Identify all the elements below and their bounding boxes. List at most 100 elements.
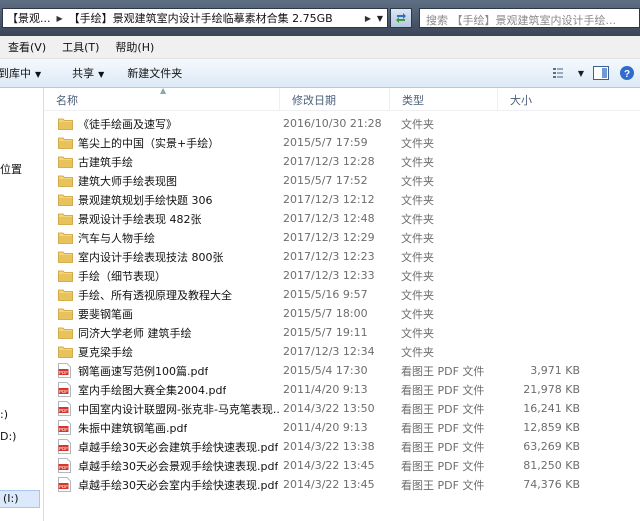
svg-text:PDF: PDF bbox=[59, 446, 68, 451]
file-row[interactable]: PDF 卓越手绘30天必会建筑手绘快速表现.pdf 2014/3/22 13:38 看… bbox=[44, 437, 640, 456]
folder-icon bbox=[58, 193, 73, 207]
view-options-icon bbox=[553, 68, 563, 78]
file-name-cell[interactable]: PDF 卓越手绘30天必会室内手绘快速表现.pdf bbox=[44, 477, 280, 493]
file-name-cell[interactable]: PDF 卓越手绘30天必会建筑手绘快速表现.pdf bbox=[44, 439, 280, 455]
file-date: 2014/3/22 13:45 bbox=[283, 478, 375, 491]
file-name-cell[interactable]: 同济大学老师 建筑手绘 bbox=[44, 325, 280, 341]
file-row[interactable]: 要斐钢笔画 2015/5/7 18:00 文件夹 bbox=[44, 304, 640, 323]
file-name-cell[interactable]: PDF 中国室内设计联盟网-张克非-马克笔表现... bbox=[44, 401, 280, 417]
chevron-down-icon: ▼ bbox=[98, 70, 105, 79]
new-folder-button[interactable]: 新建文件夹 bbox=[127, 65, 195, 81]
file-name-cell[interactable]: PDF 钢笔画速写范例100篇.pdf bbox=[44, 363, 280, 379]
column-header-date[interactable]: 修改日期 bbox=[280, 88, 390, 110]
file-row[interactable]: 同济大学老师 建筑手绘 2015/5/7 19:11 文件夹 bbox=[44, 323, 640, 342]
file-date: 2017/12/3 12:33 bbox=[283, 269, 375, 282]
view-options-button[interactable] bbox=[548, 62, 574, 84]
file-row[interactable]: 笔尖上的中国（实景+手绘） 2015/5/7 17:59 文件夹 bbox=[44, 133, 640, 152]
file-date: 2014/3/22 13:50 bbox=[283, 402, 375, 415]
file-name-cell[interactable]: 建筑大师手绘表现图 bbox=[44, 173, 280, 189]
column-header-name[interactable]: ▲ 名称 bbox=[44, 86, 280, 110]
file-name-cell[interactable]: 手绘、所有透视原理及教程大全 bbox=[44, 287, 280, 303]
file-row[interactable]: 建筑大师手绘表现图 2015/5/7 17:52 文件夹 bbox=[44, 171, 640, 190]
file-row[interactable]: 古建筑手绘 2017/12/3 12:28 文件夹 bbox=[44, 152, 640, 171]
file-row[interactable]: PDF 中国室内设计联盟网-张克非-马克笔表现... 2014/3/22 13:50… bbox=[44, 399, 640, 418]
folder-icon bbox=[58, 269, 73, 283]
file-date: 2015/5/16 9:57 bbox=[283, 288, 368, 301]
menu-view[interactable]: 查看(V) bbox=[0, 39, 54, 55]
file-date: 2015/5/7 17:59 bbox=[283, 136, 368, 149]
search-input[interactable]: 搜索 【手绘】景观建筑室内设计手绘... bbox=[419, 8, 640, 28]
file-date: 2016/10/30 21:28 bbox=[283, 117, 382, 130]
file-name-cell[interactable]: 汽车与人物手绘 bbox=[44, 230, 280, 246]
nav-item-drive-c[interactable]: :) bbox=[0, 408, 8, 421]
file-row[interactable]: 室内设计手绘表现技法 800张 2017/12/3 12:23 文件夹 bbox=[44, 247, 640, 266]
include-in-library-button[interactable]: 到库中 ▼ bbox=[0, 65, 54, 81]
file-name: 中国室内设计联盟网-张克非-马克笔表现... bbox=[78, 402, 280, 416]
share-button[interactable]: 共享 ▼ bbox=[72, 65, 117, 81]
pdf-file-icon: PDF bbox=[58, 382, 73, 397]
breadcrumb-parent[interactable]: 【景观... bbox=[3, 10, 55, 26]
file-row[interactable]: 《徒手绘画及速写》 2016/10/30 21:28 文件夹 bbox=[44, 114, 640, 133]
breadcrumb-current[interactable]: 【手绘】景观建筑室内设计手绘临摹素材合集 2.75GB bbox=[65, 10, 363, 26]
file-name-cell[interactable]: 笔尖上的中国（实景+手绘） bbox=[44, 135, 280, 151]
file-name: 卓越手绘30天必会室内手绘快速表现.pdf bbox=[78, 478, 279, 492]
folder-icon bbox=[58, 212, 73, 226]
file-name-cell[interactable]: 夏克梁手绘 bbox=[44, 344, 280, 360]
file-name-cell[interactable]: 古建筑手绘 bbox=[44, 154, 280, 170]
file-row[interactable]: PDF 朱振中建筑钢笔画.pdf 2011/4/20 9:13 看图王 PDF 文件 1… bbox=[44, 418, 640, 437]
sort-up-icon: ▲ bbox=[160, 86, 167, 95]
file-type: 看图王 PDF 文件 bbox=[401, 402, 485, 416]
file-row[interactable]: PDF 卓越手绘30天必会景观手绘快速表现.pdf 2014/3/22 13:45 看… bbox=[44, 456, 640, 475]
refresh-button[interactable] bbox=[390, 8, 412, 28]
folder-icon bbox=[58, 231, 73, 245]
file-name-cell[interactable]: PDF 朱振中建筑钢笔画.pdf bbox=[44, 420, 280, 436]
file-name-cell[interactable]: 要斐钢笔画 bbox=[44, 306, 280, 322]
menu-tools[interactable]: 工具(T) bbox=[54, 39, 107, 55]
folder-icon bbox=[58, 117, 73, 131]
file-name-cell[interactable]: PDF 卓越手绘30天必会景观手绘快速表现.pdf bbox=[44, 458, 280, 474]
file-name: 汽车与人物手绘 bbox=[78, 231, 155, 245]
address-box[interactable]: 【景观... ▶ 【手绘】景观建筑室内设计手绘临摹素材合集 2.75GB ▶ ▼ bbox=[2, 8, 388, 28]
file-name-cell[interactable]: 景观建筑规划手绘快题 306 bbox=[44, 192, 280, 208]
file-name-cell[interactable]: 手绘（细节表现） bbox=[44, 268, 280, 284]
file-type: 看图王 PDF 文件 bbox=[401, 383, 485, 397]
pdf-file-icon: PDF bbox=[58, 363, 73, 378]
file-row[interactable]: 景观设计手绘表现 482张 2017/12/3 12:48 文件夹 bbox=[44, 209, 640, 228]
file-name-cell[interactable]: 《徒手绘画及速写》 bbox=[44, 116, 280, 132]
menu-bar: 查看(V) 工具(T) 帮助(H) bbox=[0, 36, 640, 59]
nav-item-recent-places[interactable]: 位置 bbox=[0, 161, 22, 177]
column-header-type[interactable]: 类型 bbox=[390, 88, 498, 110]
breadcrumb-arrow-icon[interactable]: ▶ bbox=[363, 14, 373, 23]
file-row[interactable]: PDF 室内手绘图大赛全集2004.pdf 2011/4/20 9:13 看图王 PD… bbox=[44, 380, 640, 399]
file-name-cell[interactable]: PDF 室内手绘图大赛全集2004.pdf bbox=[44, 382, 280, 398]
column-header-size[interactable]: 大小 bbox=[498, 88, 640, 110]
chevron-down-icon[interactable]: ▼ bbox=[373, 14, 387, 23]
file-name-cell[interactable]: 室内设计手绘表现技法 800张 bbox=[44, 249, 280, 265]
folder-icon bbox=[58, 345, 73, 359]
file-type: 文件夹 bbox=[401, 345, 434, 359]
chevron-down-icon: ▼ bbox=[35, 70, 42, 79]
nav-item-drive-i[interactable]: (I:) bbox=[3, 492, 19, 505]
help-button[interactable]: ? bbox=[614, 62, 640, 84]
file-row[interactable]: 手绘（细节表现） 2017/12/3 12:33 文件夹 bbox=[44, 266, 640, 285]
navigation-pane[interactable]: 位置 :) D:) (I:) bbox=[0, 88, 44, 521]
file-row[interactable]: PDF 卓越手绘30天必会室内手绘快速表现.pdf 2014/3/22 13:45 看… bbox=[44, 475, 640, 494]
file-type: 文件夹 bbox=[401, 250, 434, 264]
view-dropdown-button[interactable]: ▼ bbox=[574, 62, 588, 84]
preview-pane-button[interactable] bbox=[588, 62, 614, 84]
file-row[interactable]: 夏克梁手绘 2017/12/3 12:34 文件夹 bbox=[44, 342, 640, 361]
breadcrumb-separator-icon[interactable]: ▶ bbox=[55, 14, 65, 23]
file-name: 《徒手绘画及速写》 bbox=[78, 117, 177, 131]
nav-item-drive-d[interactable]: D:) bbox=[0, 430, 16, 443]
svg-text:?: ? bbox=[624, 69, 630, 80]
file-row[interactable]: 手绘、所有透视原理及教程大全 2015/5/16 9:57 文件夹 bbox=[44, 285, 640, 304]
file-type: 文件夹 bbox=[401, 288, 434, 302]
pdf-file-icon: PDF bbox=[58, 401, 73, 416]
menu-help[interactable]: 帮助(H) bbox=[107, 39, 162, 55]
pdf-file-icon: PDF bbox=[58, 420, 73, 435]
file-row[interactable]: 汽车与人物手绘 2017/12/3 12:29 文件夹 bbox=[44, 228, 640, 247]
file-name-cell[interactable]: 景观设计手绘表现 482张 bbox=[44, 211, 280, 227]
file-date: 2015/5/7 18:00 bbox=[283, 307, 368, 320]
file-row[interactable]: 景观建筑规划手绘快题 306 2017/12/3 12:12 文件夹 bbox=[44, 190, 640, 209]
file-row[interactable]: PDF 钢笔画速写范例100篇.pdf 2015/5/4 17:30 看图王 PDF … bbox=[44, 361, 640, 380]
